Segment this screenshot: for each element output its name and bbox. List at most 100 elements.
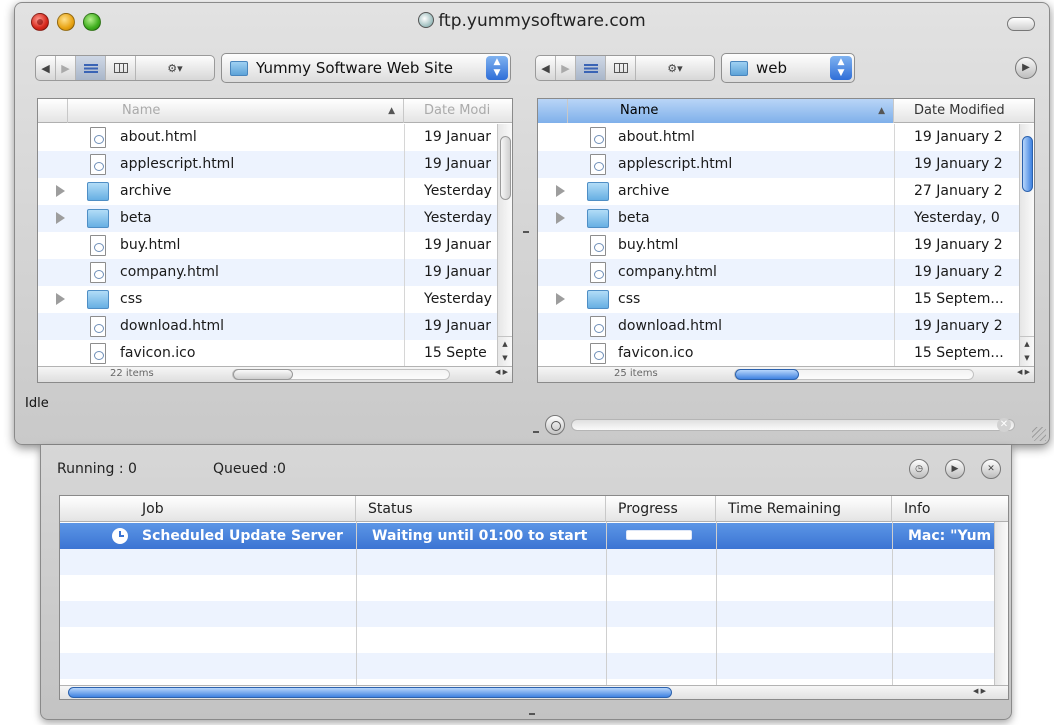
file-row[interactable]: download.html 19 January 2 [538,313,1034,340]
transfer-progress-bar [571,419,1015,431]
file-date-modified: 19 Januar [424,264,492,280]
disclosure-column-header [38,99,68,123]
file-row[interactable]: download.html 19 Januar [38,313,512,340]
right-vertical-scroll-thumb[interactable] [1022,136,1033,192]
file-row[interactable]: about.html 19 January 2 [538,124,1034,151]
file-row[interactable]: about.html 19 Januar [38,124,512,151]
back-icon[interactable]: ◀ [36,56,56,80]
file-row[interactable]: beta Yesterday, 0 [538,205,1034,232]
column-divider [892,522,893,685]
clock-icon[interactable]: ◷ [909,459,929,479]
file-row[interactable]: buy.html 19 January 2 [538,232,1034,259]
stop-icon[interactable]: ✕ [981,459,1001,479]
right-vertical-scrollbar[interactable]: ▲ ▼ [1019,124,1034,366]
left-vertical-scroll-thumb[interactable] [500,136,511,200]
right-horizontal-scroll-thumb[interactable] [735,369,799,380]
disclosure-triangle-icon[interactable] [556,212,565,224]
file-row[interactable]: buy.html 19 Januar [38,232,512,259]
right-horizontal-scrollbar[interactable] [734,369,974,380]
go-button[interactable]: ▶ [1015,57,1037,79]
right-location-popup[interactable]: web ▲ ▼ [721,53,855,83]
scroll-arrows-icon[interactable]: ◀ ▶ [973,687,986,695]
disclosure-triangle-icon[interactable] [556,293,565,305]
file-date-modified: Yesterday [424,183,492,199]
file-row[interactable]: css Yesterday [38,286,512,313]
file-row[interactable]: applescript.html 19 January 2 [538,151,1034,178]
file-name: archive [120,183,172,199]
file-row[interactable]: company.html 19 January 2 [538,259,1034,286]
column-view-button[interactable] [106,56,136,80]
resize-grip-icon[interactable] [1032,427,1046,441]
scroll-arrows-icon[interactable]: ◀ ▶ [1017,368,1030,376]
status-column-header[interactable]: Status [356,496,606,522]
disclosure-triangle-icon[interactable] [56,185,65,197]
toolbar-toggle-button[interactable] [1007,17,1035,31]
file-date-modified: 19 Januar [424,318,492,334]
back-icon[interactable]: ◀ [536,56,556,80]
file-row[interactable]: css 15 Septem... [538,286,1034,313]
left-vertical-scrollbar[interactable]: ▲ ▼ [497,124,512,366]
file-row[interactable]: favicon.ico 15 Septem... [538,340,1034,367]
file-name: buy.html [618,237,679,253]
file-date-modified: 15 Septem... [914,345,1004,361]
scroll-arrows-icon[interactable]: ◀ ▶ [495,368,508,376]
right-list-header: Name ▲ Date Modified [538,99,1034,123]
clear-progress-icon[interactable]: ✕ [997,418,1011,432]
play-icon[interactable]: ▶ [945,459,965,479]
gear-icon[interactable]: ⚙▾ [136,56,214,80]
forward-icon[interactable]: ▶ [556,56,576,80]
folder-icon [230,60,248,76]
info-column-header[interactable]: Info [892,496,1008,522]
right-name-column-header[interactable]: Name ▲ [568,99,894,123]
file-row[interactable]: favicon.ico 15 Septe [38,340,512,367]
file-icon [90,316,106,337]
time-remaining-column-header[interactable]: Time Remaining [716,496,892,522]
progress-column-header[interactable]: Progress [606,496,716,522]
queue-horizontal-scrollbar[interactable]: ◀ ▶ [60,685,1008,699]
file-date-modified: Yesterday, 0 [914,210,1000,226]
queue-row[interactable]: Scheduled Update Server Waiting until 01… [60,523,1008,549]
right-name-header-label: Name [620,103,659,118]
queued-count: Queued :0 [213,461,286,477]
list-view-button[interactable] [76,56,106,80]
file-name: buy.html [120,237,181,253]
left-horizontal-scrollbar[interactable] [232,369,450,380]
file-row[interactable]: archive Yesterday [38,178,512,205]
left-list-header: Name ▲ Date Modi [38,99,512,123]
left-item-count: 22 items [110,368,154,379]
file-row[interactable]: company.html 19 Januar [38,259,512,286]
right-date-column-header[interactable]: Date Modified [894,99,1034,123]
drawer-handle[interactable] [533,431,539,433]
queue-horizontal-scroll-thumb[interactable] [68,687,672,698]
scroll-arrows-icon[interactable]: ▲ ▼ [1020,336,1034,366]
left-name-column-header[interactable]: Name ▲ [68,99,404,123]
left-date-column-header[interactable]: Date Modi [404,99,512,123]
left-horizontal-scroll-thumb[interactable] [233,369,293,380]
queue-vertical-scrollbar[interactable] [994,522,1008,685]
job-info: Mac: "Yum [908,528,992,544]
window-title: ftp.yummysoftware.com [15,11,1049,31]
panel-split-handle[interactable] [523,231,529,233]
column-view-button[interactable] [606,56,636,80]
file-date-modified: 19 Januar [424,237,492,253]
disclosure-triangle-icon[interactable] [56,293,65,305]
scroll-arrows-icon[interactable]: ▲ ▼ [498,336,512,366]
file-name: favicon.ico [618,345,694,361]
window-title-text: ftp.yummysoftware.com [438,11,646,31]
drawer-resize-handle[interactable] [529,713,535,715]
file-name: favicon.ico [120,345,196,361]
stop-transfer-button[interactable] [545,415,565,435]
column-divider [356,522,357,685]
gear-icon[interactable]: ⚙▾ [636,56,714,80]
forward-icon[interactable]: ▶ [56,56,76,80]
left-view-controls: ◀ ▶ ⚙▾ [35,55,215,81]
disclosure-triangle-icon[interactable] [56,212,65,224]
file-row[interactable]: beta Yesterday [38,205,512,232]
disclosure-triangle-icon[interactable] [556,185,565,197]
file-date-modified: Yesterday [424,210,492,226]
job-column-header[interactable]: Job [60,496,356,522]
file-row[interactable]: applescript.html 19 Januar [38,151,512,178]
list-view-button[interactable] [576,56,606,80]
file-row[interactable]: archive 27 January 2 [538,178,1034,205]
left-location-popup[interactable]: Yummy Software Web Site ▲ ▼ [221,53,511,83]
